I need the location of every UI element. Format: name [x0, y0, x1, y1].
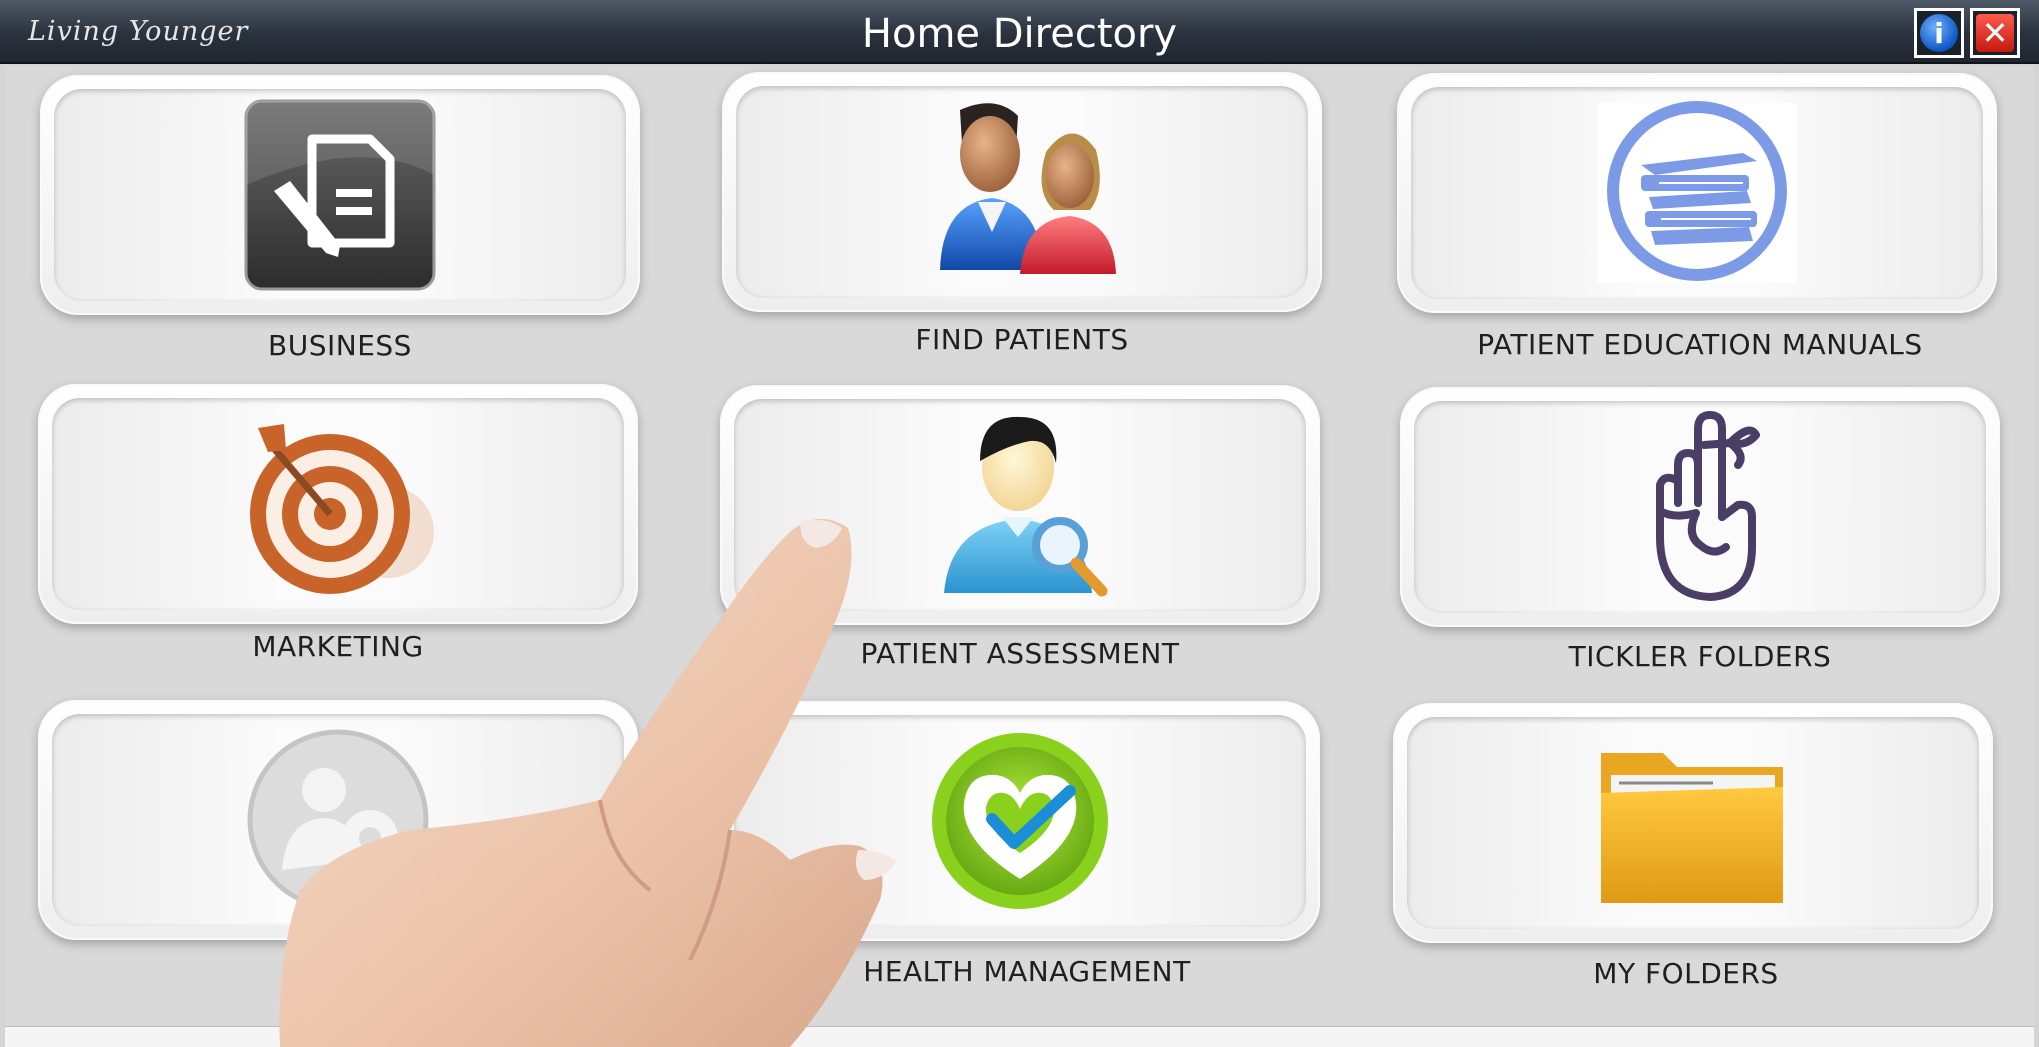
- target-dart-icon: [250, 424, 434, 594]
- patient-assessment-label: PATIENT ASSESSMENT: [860, 637, 1180, 670]
- user-magnifier-icon: [944, 416, 1108, 597]
- marketing-label: MARKETING: [252, 630, 424, 663]
- heart-check-icon: [932, 733, 1108, 909]
- window-title: Home Directory: [861, 11, 1178, 57]
- tickler-folders-label: TICKLER FOLDERS: [1568, 640, 1832, 673]
- admin-button[interactable]: [38, 700, 638, 940]
- patient-education-manuals-label: PATIENT EDUCATION MANUALS: [1477, 328, 1923, 361]
- tickler-folders-button[interactable]: [1400, 387, 2000, 627]
- status-bar: [5, 1026, 2034, 1047]
- folder-icon: [1601, 753, 1783, 903]
- health-management-button[interactable]: [720, 701, 1320, 941]
- business-label: BUSINESS: [268, 329, 412, 362]
- document-pen-icon: [244, 99, 436, 291]
- my-folders-button[interactable]: [1393, 703, 1993, 943]
- title-bar: Living Younger Home Directory i ✕: [0, 0, 2039, 64]
- people-icon: [940, 103, 1116, 274]
- business-button[interactable]: [40, 75, 640, 315]
- marketing-button[interactable]: [38, 384, 638, 624]
- books-icon: [1597, 101, 1797, 283]
- find-patients-button[interactable]: [722, 72, 1322, 312]
- health-management-label: HEALTH MANAGEMENT: [863, 955, 1191, 988]
- admin-gear-icon: [247, 729, 429, 911]
- patient-assessment-button[interactable]: [720, 385, 1320, 625]
- find-patients-label: FIND PATIENTS: [915, 323, 1129, 356]
- finger-string-icon: [1656, 411, 1760, 601]
- patient-education-manuals-button[interactable]: [1397, 73, 1997, 313]
- info-icon: i: [1920, 14, 1958, 52]
- info-button[interactable]: i: [1914, 8, 1964, 58]
- close-icon: ✕: [1976, 14, 2014, 52]
- close-button[interactable]: ✕: [1970, 8, 2020, 58]
- admin-label: ADM: [304, 948, 372, 981]
- my-folders-label: MY FOLDERS: [1593, 957, 1779, 990]
